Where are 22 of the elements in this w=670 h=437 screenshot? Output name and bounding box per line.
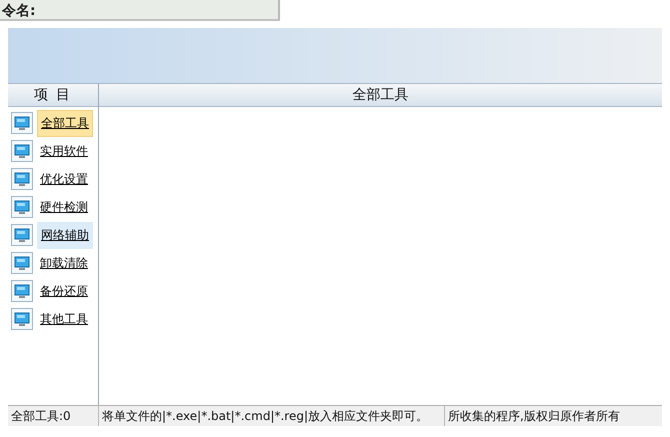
monitor-icon [11, 168, 33, 190]
category-item[interactable]: 实用软件 [37, 140, 91, 162]
monitor-icon [11, 280, 33, 302]
category-item[interactable]: 网络辅助 [37, 222, 93, 248]
category-item[interactable]: 其他工具 [37, 308, 91, 330]
monitor-icon [11, 196, 33, 218]
monitor-icon [11, 308, 33, 330]
field-label: 令名: [1, 3, 36, 19]
category-item[interactable]: 卸载清除 [37, 252, 91, 274]
category-item[interactable]: 备份还原 [37, 280, 91, 302]
monitor-icon [11, 252, 33, 274]
category-item[interactable]: 优化设置 [37, 168, 91, 190]
monitor-icon [11, 140, 33, 162]
category-item[interactable]: 全部工具 [37, 110, 93, 136]
column-header: 项 目 [8, 83, 98, 107]
column-header: 全部工具 [99, 83, 662, 107]
status-pane: 全部工具:0 [8, 406, 99, 426]
status-pane: 将单文件的|*.exe|*.bat|*.cmd|*.reg|放入相应文件夹即可。 [99, 406, 445, 426]
status-pane: 所收集的程序,版权归原作者所有 [447, 408, 621, 425]
monitor-icon [11, 224, 33, 246]
monitor-icon [11, 112, 33, 134]
category-item[interactable]: 硬件检测 [37, 196, 91, 218]
